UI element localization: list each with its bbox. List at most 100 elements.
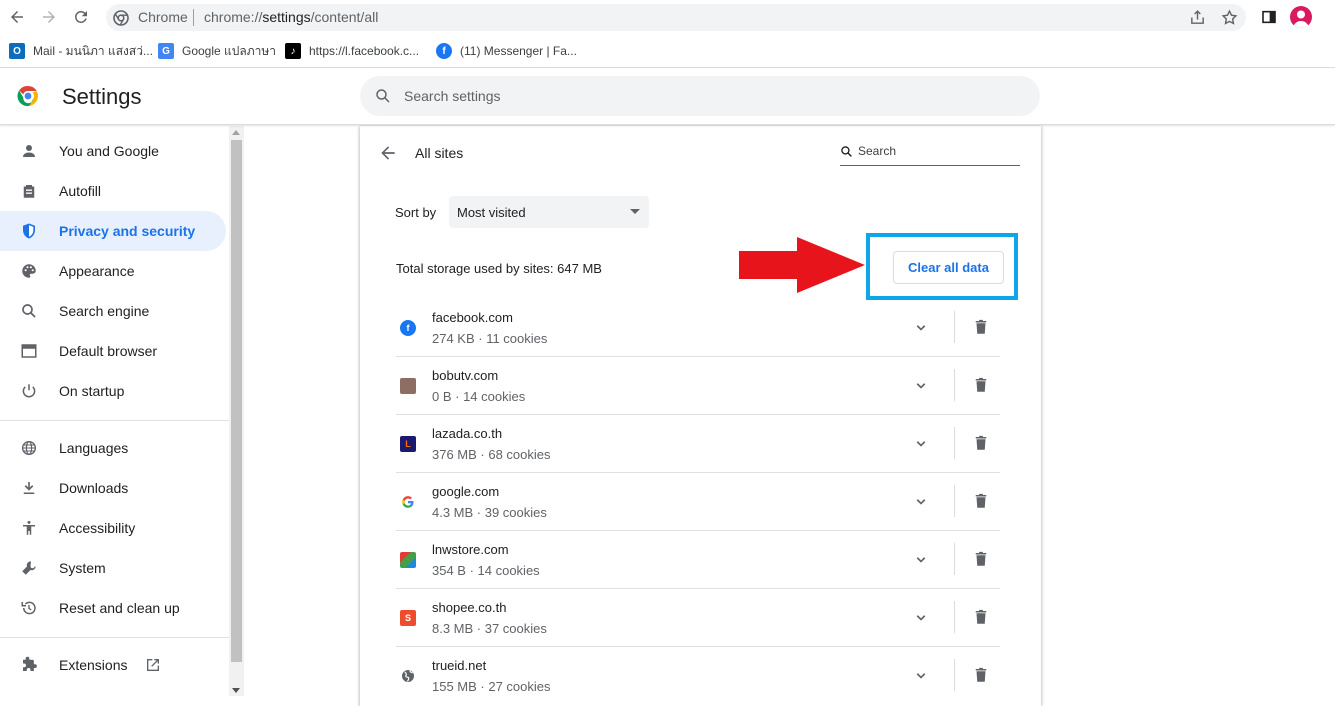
- chrome-logo-icon: [16, 84, 40, 108]
- reload-icon: [74, 10, 87, 23]
- sidebar-item-you-and-google[interactable]: You and Google: [0, 131, 226, 171]
- sidebar-item-on-startup[interactable]: On startup: [0, 371, 226, 411]
- trash-icon[interactable]: [972, 666, 990, 684]
- site-usage: 0 B · 14 cookies: [432, 389, 526, 404]
- sort-dropdown[interactable]: Most visited: [449, 196, 649, 228]
- dropdown-caret-icon: [630, 209, 640, 214]
- sidebar-divider: [0, 420, 229, 421]
- bookmark-label: (11) Messenger | Fa...: [460, 44, 577, 58]
- site-name: facebook.com: [432, 310, 513, 325]
- site-search-input[interactable]: [858, 144, 1018, 158]
- bookmark-star-button[interactable]: [1219, 7, 1239, 27]
- chrome-site-icon[interactable]: [113, 10, 129, 26]
- chevron-down-icon[interactable]: [912, 493, 930, 511]
- site-row[interactable]: trueid.net 155 MB · 27 cookies: [396, 647, 1000, 705]
- sidebar-item-label: Downloads: [59, 480, 129, 496]
- sidebar-item-downloads[interactable]: Downloads: [0, 468, 226, 508]
- share-icon: [1190, 9, 1204, 24]
- sidebar-item-privacy-and-security[interactable]: Privacy and security: [0, 211, 226, 251]
- share-button[interactable]: [1187, 7, 1207, 27]
- google-translate-icon: G: [158, 43, 174, 59]
- url-suffix: /content/all: [310, 9, 379, 25]
- bookmark-google-translate[interactable]: G Google แปลภาษา: [158, 40, 276, 62]
- search-icon: [19, 301, 39, 321]
- storage-total: Total storage used by sites: 647 MB: [396, 261, 602, 276]
- all-sites-card: All sites Sort by Most visited Total sto…: [360, 126, 1041, 706]
- search-settings-input[interactable]: [404, 86, 1004, 106]
- site-usage: 8.3 MB · 37 cookies: [432, 621, 547, 636]
- chevron-down-icon[interactable]: [912, 551, 930, 569]
- trash-icon[interactable]: [972, 608, 990, 626]
- power-icon: [19, 381, 39, 401]
- omnibox-site-label: Chrome: [138, 9, 188, 25]
- back-button[interactable]: [378, 143, 400, 165]
- lazada-favicon: L: [400, 436, 416, 452]
- chevron-down-icon[interactable]: [912, 667, 930, 685]
- bookmark-messenger[interactable]: f (11) Messenger | Fa...: [436, 40, 577, 62]
- chevron-down-icon[interactable]: [912, 609, 930, 627]
- chevron-down-icon[interactable]: [912, 319, 930, 337]
- site-usage: 274 KB · 11 cookies: [432, 331, 548, 346]
- site-row[interactable]: lnwstore.com 354 B · 14 cookies: [396, 531, 1000, 589]
- sidebar-item-label: Accessibility: [59, 520, 136, 536]
- sidebar-item-autofill[interactable]: Autofill: [0, 171, 226, 211]
- sidebar-item-reset-and-clean-up[interactable]: Reset and clean up: [0, 588, 226, 628]
- sidebar-item-label: Languages: [59, 440, 129, 456]
- trash-icon[interactable]: [972, 318, 990, 336]
- puzzle-icon: [19, 655, 39, 675]
- site-name: google.com: [432, 484, 500, 499]
- shield-icon: [19, 221, 39, 241]
- sidebar-item-search-engine[interactable]: Search engine: [0, 291, 226, 331]
- facebook-icon: f: [436, 43, 452, 59]
- sidebar-item-label: Appearance: [59, 263, 135, 279]
- arrow-left-icon: [381, 146, 395, 160]
- sidebar-item-label: System: [59, 560, 106, 576]
- trash-icon[interactable]: [972, 376, 990, 394]
- url-text[interactable]: chrome://settings/content/all: [204, 9, 378, 25]
- restore-icon: [19, 598, 39, 618]
- site-name: shopee.co.th: [432, 600, 507, 615]
- site-name: lazada.co.th: [432, 426, 503, 441]
- sidebar-item-label: Privacy and security: [59, 223, 196, 239]
- chevron-down-icon[interactable]: [912, 435, 930, 453]
- settings-search[interactable]: [360, 76, 1040, 116]
- sidebar-item-appearance[interactable]: Appearance: [0, 251, 226, 291]
- sidebar-item-default-browser[interactable]: Default browser: [0, 331, 226, 371]
- sidebar-item-label: Reset and clean up: [59, 600, 180, 616]
- sidebar-item-accessibility[interactable]: Accessibility: [0, 508, 226, 548]
- bookmark-facebook-link[interactable]: ♪ https://l.facebook.c...: [285, 40, 419, 62]
- sidebar-item-languages[interactable]: Languages: [0, 428, 226, 468]
- site-row[interactable]: L lazada.co.th 376 MB · 68 cookies: [396, 415, 1000, 473]
- back-nav-button[interactable]: [6, 6, 28, 28]
- row-divider: [954, 601, 955, 633]
- sidebar-item-label: Autofill: [59, 183, 102, 199]
- scroll-thumb[interactable]: [231, 140, 242, 662]
- row-divider: [954, 311, 955, 343]
- site-row[interactable]: S shopee.co.th 8.3 MB · 37 cookies: [396, 589, 1000, 647]
- trash-icon[interactable]: [972, 434, 990, 452]
- sort-selected-value: Most visited: [457, 205, 526, 220]
- chevron-down-icon[interactable]: [912, 377, 930, 395]
- trash-icon[interactable]: [972, 550, 990, 568]
- site-usage: 4.3 MB · 39 cookies: [432, 505, 547, 520]
- person-icon: [1293, 10, 1309, 28]
- reload-button[interactable]: [70, 6, 92, 28]
- site-name: lnwstore.com: [432, 542, 509, 557]
- download-icon: [19, 478, 39, 498]
- row-divider: [954, 543, 955, 575]
- site-row[interactable]: f facebook.com 274 KB · 11 cookies: [396, 299, 1000, 357]
- sidebar-scrollbar[interactable]: [229, 126, 244, 696]
- outlook-icon: O: [9, 43, 25, 59]
- site-row[interactable]: google.com 4.3 MB · 39 cookies: [396, 473, 1000, 531]
- scroll-up-arrow[interactable]: [232, 130, 240, 135]
- site-search[interactable]: [840, 142, 1020, 166]
- profile-avatar[interactable]: [1290, 6, 1312, 28]
- sidebar-item-system[interactable]: System: [0, 548, 226, 588]
- sidebar-item-extensions[interactable]: Extensions: [0, 645, 226, 685]
- scroll-down-arrow[interactable]: [232, 688, 240, 693]
- forward-nav-button[interactable]: [38, 6, 60, 28]
- site-row[interactable]: bobutv.com 0 B · 14 cookies: [396, 357, 1000, 415]
- bookmark-mail[interactable]: O Mail - มนนิภา แสงสว่...: [9, 40, 153, 62]
- side-panel-button[interactable]: [1259, 7, 1279, 27]
- trash-icon[interactable]: [972, 492, 990, 510]
